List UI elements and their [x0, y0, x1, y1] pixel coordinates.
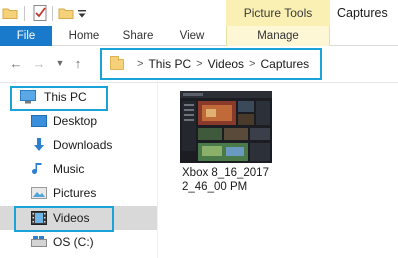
- nav-item-desktop[interactable]: Desktop: [0, 109, 157, 133]
- properties-icon: [33, 5, 47, 21]
- breadcrumb-separator: >: [249, 58, 256, 70]
- back-arrow-icon: ←: [9, 55, 23, 71]
- dropdown-arrow-icon: [78, 10, 86, 18]
- properties-quick-button[interactable]: [32, 4, 48, 22]
- video-thumbnail: [180, 91, 272, 163]
- window-title: Captures: [337, 6, 388, 20]
- chevron-down-icon: ▼: [55, 58, 65, 68]
- tab-home[interactable]: Home: [58, 26, 110, 46]
- toolbar-separator: [52, 6, 53, 21]
- nav-item-music[interactable]: Music: [0, 157, 157, 181]
- file-item[interactable]: Xbox 8_16_2017 2_46_00 PM: [176, 88, 276, 208]
- tab-manage[interactable]: Manage: [226, 26, 330, 46]
- download-arrow-icon: [34, 138, 44, 151]
- highlight-box: [10, 86, 108, 111]
- new-folder-quick-button[interactable]: [58, 4, 74, 22]
- forward-button[interactable]: →: [31, 55, 47, 71]
- tab-share[interactable]: Share: [112, 26, 164, 46]
- nav-item-pictures[interactable]: Pictures: [0, 181, 157, 205]
- desktop-folder-icon: [31, 115, 47, 127]
- quick-access-toolbar: [2, 4, 18, 22]
- ribbon-tabs: File Home Share View Manage: [0, 26, 398, 46]
- recent-locations-button[interactable]: ▼: [52, 55, 68, 71]
- drive-icon: [31, 236, 47, 247]
- toolbar-separator: [24, 6, 25, 21]
- breadcrumb-separator: >: [137, 58, 144, 70]
- music-note-icon: [32, 163, 42, 174]
- highlight-box: [14, 206, 114, 232]
- tab-view[interactable]: View: [166, 26, 218, 46]
- thumbnail-image: [180, 91, 272, 163]
- customize-toolbar-dropdown[interactable]: [77, 4, 87, 22]
- context-group-label: Picture Tools: [243, 6, 313, 20]
- breadcrumb-this-pc[interactable]: This PC: [148, 57, 191, 71]
- picture-tools-group: Picture Tools: [226, 0, 330, 26]
- folder-icon: [110, 55, 124, 70]
- forward-arrow-icon: →: [32, 55, 46, 71]
- nav-item-downloads[interactable]: Downloads: [0, 133, 157, 157]
- breadcrumb-captures[interactable]: Captures: [260, 57, 309, 71]
- breadcrumb-separator: >: [196, 58, 203, 70]
- back-button[interactable]: ←: [8, 55, 24, 71]
- pane-divider[interactable]: [157, 83, 158, 258]
- breadcrumb-videos[interactable]: Videos: [208, 57, 244, 71]
- up-button[interactable]: ↑: [70, 55, 86, 71]
- pictures-folder-icon: [31, 187, 47, 199]
- tab-file[interactable]: File: [0, 26, 52, 46]
- file-name: Xbox 8_16_2017 2_46_00 PM: [182, 167, 269, 193]
- folder-icon[interactable]: [2, 5, 18, 21]
- title-bar: Picture Tools Captures: [0, 0, 398, 26]
- address-bar[interactable]: > This PC > Videos > Captures: [100, 48, 322, 80]
- up-arrow-icon: ↑: [74, 55, 82, 71]
- nav-item-os-c[interactable]: OS (C:): [0, 230, 157, 254]
- new-folder-icon: [58, 8, 74, 19]
